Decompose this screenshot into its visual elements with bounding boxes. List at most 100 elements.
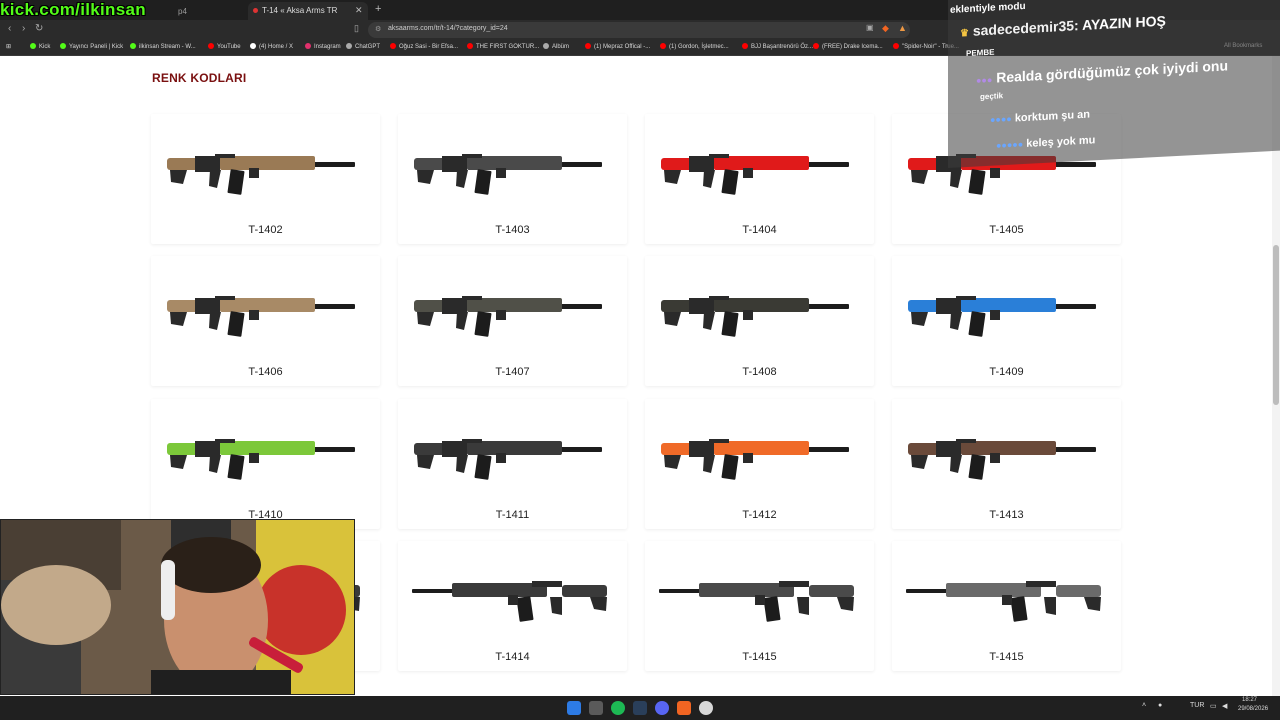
reload-icon[interactable]: ↻ [35, 23, 43, 34]
bookmark-icon[interactable]: ▯ [354, 23, 359, 34]
brave-icon[interactable] [677, 701, 691, 715]
active-tab[interactable]: T-14 « Aksa Arms TR [248, 2, 368, 20]
product-card[interactable]: T-1412 [645, 399, 874, 529]
product-image[interactable] [906, 417, 1106, 487]
scrollbar-thumb[interactable] [1273, 245, 1279, 405]
product-card[interactable]: T-1415 [892, 541, 1121, 671]
product-image[interactable] [906, 274, 1106, 344]
bookmark-favicon-icon [305, 43, 311, 49]
bookmark-favicon-icon [585, 43, 591, 49]
bookmark-label: (1) Mepraz Offical -... [594, 44, 651, 50]
bookmark-item[interactable]: Albüm [543, 43, 569, 50]
bookmark-item[interactable]: (4) Home / X [250, 43, 293, 50]
scrollbar[interactable] [1272, 56, 1280, 696]
tray-chevron-icon[interactable]: ˄ [1142, 702, 1146, 709]
brave-rewards-icon[interactable]: ▲ [898, 23, 907, 33]
address-bar[interactable]: ⚙ aksaarms.com/tr/t-14/?category_id=24 [368, 22, 910, 38]
product-code[interactable]: T-1403 [398, 224, 627, 236]
discord-icon[interactable] [655, 701, 669, 715]
bookmark-favicon-icon [813, 43, 819, 49]
product-image[interactable] [165, 417, 365, 487]
bookmark-item[interactable]: ilkinsan Stream - W... [130, 43, 196, 50]
product-card[interactable]: T-1403 [398, 114, 627, 244]
bookmark-item[interactable]: Oğuz Sasi - Bir Efsa... [390, 43, 458, 50]
close-tab-icon[interactable]: ✕ [355, 5, 363, 16]
bookmark-item[interactable]: Yayıncı Paneli | Kick [60, 43, 123, 50]
chat-message: PEMBE [966, 47, 995, 59]
product-code[interactable]: T-1404 [645, 224, 874, 236]
tab-title: T-14 « Aksa Arms TR [262, 6, 338, 15]
bookmark-item[interactable]: ChatGPT [346, 43, 380, 50]
volume-icon[interactable]: ◀ [1222, 702, 1227, 710]
bookmark-item[interactable]: (FREE) Drake Icema... [813, 43, 883, 50]
bookmark-item[interactable]: YouTube [208, 43, 241, 50]
product-image[interactable] [659, 274, 859, 344]
forward-icon[interactable]: › [22, 23, 25, 34]
bookmark-favicon-icon [467, 43, 473, 49]
product-code[interactable]: T-1405 [892, 224, 1121, 236]
product-code[interactable]: T-1408 [645, 366, 874, 378]
translate-icon[interactable]: ▣ [866, 23, 874, 32]
back-icon[interactable]: ‹ [8, 23, 11, 34]
product-card[interactable]: T-1404 [645, 114, 874, 244]
language-indicator[interactable]: TUR [1190, 702, 1204, 709]
product-image[interactable] [659, 559, 859, 629]
steam-icon[interactable] [633, 701, 647, 715]
product-code[interactable]: T-1415 [892, 651, 1121, 663]
url-text: aksaarms.com/tr/t-14/?category_id=24 [388, 25, 508, 32]
product-code[interactable]: T-1412 [645, 509, 874, 521]
explorer-icon[interactable] [589, 701, 603, 715]
product-code[interactable]: T-1413 [892, 509, 1121, 521]
bookmark-item[interactable]: (1) Mepraz Offical -... [585, 43, 650, 50]
product-image[interactable] [412, 559, 612, 629]
background-tab-label: p4 [178, 7, 187, 16]
product-card[interactable]: T-1402 [151, 114, 380, 244]
site-info-icon[interactable]: ⚙ [375, 25, 381, 33]
product-code[interactable]: T-1415 [645, 651, 874, 663]
bookmark-label: BJJ Başantrenörü Öz... [751, 44, 814, 50]
start-icon[interactable] [567, 701, 581, 715]
bookmark-label: Kick [39, 44, 51, 50]
product-card[interactable]: T-1415 [645, 541, 874, 671]
bookmark-label: Yayıncı Paneli | Kick [69, 44, 124, 50]
product-code[interactable]: T-1407 [398, 366, 627, 378]
bookmark-item[interactable]: BJJ Başantrenörü Öz... [742, 43, 813, 50]
product-image[interactable] [659, 132, 859, 202]
product-card[interactable]: T-1407 [398, 256, 627, 386]
brave-shield-icon[interactable]: ◆ [882, 23, 889, 34]
clock-time[interactable]: 18:27 [1242, 697, 1257, 703]
product-code[interactable]: T-1409 [892, 366, 1121, 378]
bookmark-item[interactable]: Instagram [305, 43, 341, 50]
product-card[interactable]: T-1413 [892, 399, 1121, 529]
new-tab-icon[interactable]: + [375, 3, 381, 15]
product-code[interactable]: T-1402 [151, 224, 380, 236]
product-code[interactable]: T-1414 [398, 651, 627, 663]
product-card[interactable]: T-1414 [398, 541, 627, 671]
clock-date[interactable]: 29/08/2026 [1238, 706, 1268, 712]
bookmark-favicon-icon [208, 43, 214, 49]
product-card[interactable]: T-1406 [151, 256, 380, 386]
product-image[interactable] [659, 417, 859, 487]
product-image[interactable] [906, 559, 1106, 629]
apps-icon[interactable]: ⊞ [6, 43, 11, 50]
product-image[interactable] [165, 132, 365, 202]
network-icon[interactable]: ▭ [1210, 702, 1217, 710]
product-image[interactable] [165, 274, 365, 344]
product-card[interactable]: T-1411 [398, 399, 627, 529]
bookmark-favicon-icon [543, 43, 549, 49]
product-card[interactable]: T-1408 [645, 256, 874, 386]
product-code[interactable]: T-1411 [398, 509, 627, 521]
product-image[interactable] [412, 132, 612, 202]
bookmark-item[interactable]: THE FIRST GOKTUR... [467, 43, 539, 50]
product-image[interactable] [412, 417, 612, 487]
obs-icon[interactable] [699, 701, 713, 715]
bookmark-item[interactable]: (1) Gordon, İşletmec... [660, 43, 729, 50]
product-code[interactable]: T-1406 [151, 366, 380, 378]
product-card[interactable]: T-1409 [892, 256, 1121, 386]
spotify-icon[interactable] [611, 701, 625, 715]
mic-icon[interactable]: ● [1158, 702, 1162, 709]
bookmark-label: (FREE) Drake Icema... [822, 44, 883, 50]
product-card[interactable]: T-1410 [151, 399, 380, 529]
bookmark-item[interactable]: Kick [30, 43, 50, 50]
product-image[interactable] [412, 274, 612, 344]
